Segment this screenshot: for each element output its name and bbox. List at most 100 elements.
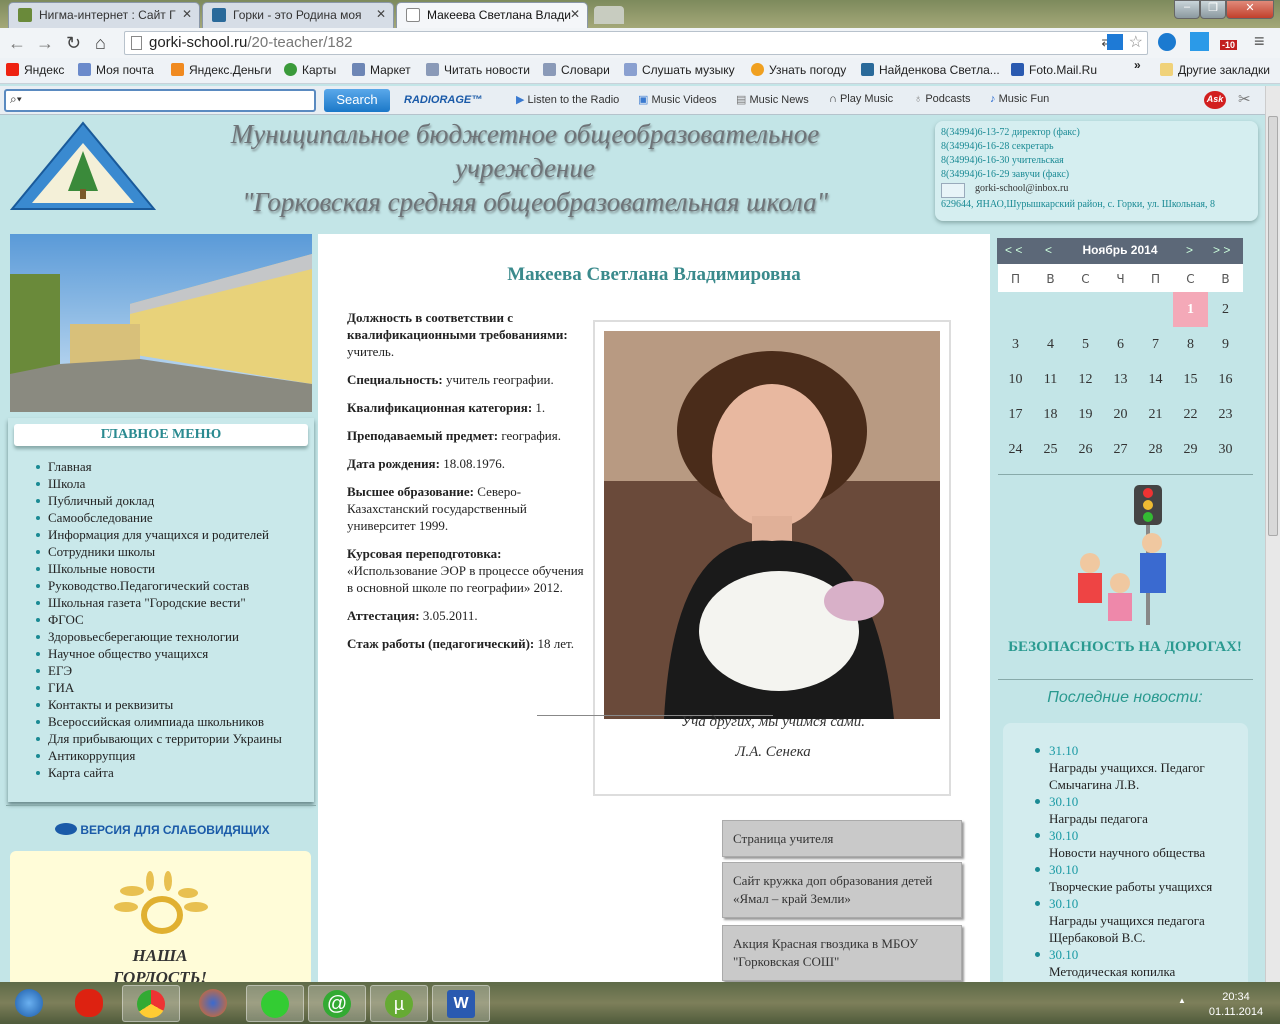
calendar-day[interactable]: 3 — [998, 327, 1033, 362]
calendar-day[interactable]: 29 — [1173, 432, 1208, 467]
calendar-day[interactable]: 18 — [1033, 397, 1068, 432]
calendar-day[interactable]: 11 — [1033, 362, 1068, 397]
calendar-day[interactable]: 4 — [1033, 327, 1068, 362]
bookmark-yandex[interactable]: Яндекс — [6, 63, 64, 77]
menu-item[interactable]: Научное общество учащихся — [8, 645, 314, 662]
calendar-day[interactable]: 19 — [1068, 397, 1103, 432]
taskbar-word[interactable]: W — [432, 985, 490, 1022]
calendar-day[interactable]: 17 — [998, 397, 1033, 432]
club-site-link[interactable]: Сайт кружка доп образования детей «Ямал … — [722, 862, 962, 918]
tray-arrow-icon[interactable]: ▲ — [1178, 996, 1186, 1005]
restore-button[interactable]: ❐ — [1200, 0, 1226, 19]
vertical-scrollbar[interactable] — [1265, 86, 1280, 982]
next-year-button[interactable]: > > — [1213, 243, 1230, 257]
search-zoom-icon[interactable] — [1107, 34, 1123, 50]
menu-item[interactable]: Школьные новости — [8, 560, 314, 577]
menu-item[interactable]: ГИА — [8, 679, 314, 696]
tab-current[interactable]: Макеева Светлана Влади ✕ — [396, 2, 588, 28]
menu-item[interactable]: Публичный доклад — [8, 492, 314, 509]
ask-icon[interactable]: Ask — [1204, 91, 1226, 109]
search-button[interactable]: Search — [324, 89, 390, 112]
bookmark-foto-mail[interactable]: Foto.Mail.Ru — [1011, 63, 1097, 77]
calendar-day[interactable]: 22 — [1173, 397, 1208, 432]
podcasts-button[interactable]: ♁ Podcasts — [914, 93, 971, 105]
bookmark-music[interactable]: Слушать музыку — [624, 63, 735, 77]
menu-icon[interactable]: ≡ — [1254, 31, 1265, 52]
menu-item[interactable]: Антикоррупция — [8, 747, 314, 764]
news-date[interactable]: 30.10 — [1003, 793, 1248, 810]
bookmark-mail[interactable]: Моя почта — [78, 63, 154, 77]
menu-item[interactable]: Всероссийская олимпиада школьников — [8, 713, 314, 730]
teacher-page-link[interactable]: Страница учителя — [722, 820, 962, 857]
play-music-button[interactable]: ∩ Play Music — [829, 93, 893, 105]
close-window-button[interactable]: ✕ — [1226, 0, 1274, 19]
calendar-day[interactable]: 12 — [1068, 362, 1103, 397]
menu-item[interactable]: Здоровьесберегающие технологии — [8, 628, 314, 645]
menu-item[interactable]: ЕГЭ — [8, 662, 314, 679]
calendar-day[interactable]: 30 — [1208, 432, 1243, 467]
extension-icon[interactable] — [1158, 33, 1176, 51]
bookmark-weather[interactable]: Узнать погоду — [751, 63, 846, 77]
home-icon[interactable]: ⌂ — [95, 33, 106, 54]
calendar-day[interactable]: 6 — [1103, 327, 1138, 362]
calendar-day[interactable]: 15 — [1173, 362, 1208, 397]
url-input[interactable]: gorki-school.ru/20-teacher/182 ⇄A ☆ — [124, 31, 1148, 55]
new-tab-button[interactable] — [594, 6, 624, 24]
clock[interactable]: 20:34 01.11.2014 — [1196, 990, 1276, 1020]
music-videos-button[interactable]: ▣ Music Videos — [638, 93, 717, 106]
calendar-day[interactable]: 8 — [1173, 327, 1208, 362]
bookmark-maps[interactable]: Карты — [284, 63, 336, 77]
music-fun-button[interactable]: ♪ Music Fun — [990, 93, 1049, 105]
news-date[interactable]: 30.10 — [1003, 946, 1248, 963]
bookmarks-overflow[interactable]: » — [1134, 58, 1141, 72]
other-bookmarks[interactable]: Другие закладки — [1160, 63, 1270, 77]
reload-icon[interactable]: ↻ — [66, 33, 81, 54]
calendar-day[interactable]: 1 — [1173, 292, 1208, 327]
scrollbar-thumb[interactable] — [1268, 116, 1278, 536]
calendar-day[interactable]: 14 — [1138, 362, 1173, 397]
menu-item[interactable]: Информация для учащихся и родителей — [8, 526, 314, 543]
calendar-day[interactable]: 23 — [1208, 397, 1243, 432]
listen-radio-button[interactable]: ▶ Listen to the Radio — [516, 93, 619, 106]
red-carnation-link[interactable]: Акция Красная гвоздика в МБОУ "Горковска… — [722, 925, 962, 981]
bookmark-money[interactable]: Яндекс.Деньги — [171, 63, 271, 77]
star-icon[interactable]: ☆ — [1129, 32, 1143, 52]
road-safety-link[interactable]: БЕЗОПАСНОСТЬ НА ДОРОГАХ! — [997, 639, 1253, 656]
calendar-day[interactable]: 5 — [1068, 327, 1103, 362]
news-link[interactable]: Творческие работы учащихся — [1003, 878, 1248, 895]
calendar-day[interactable]: 24 — [998, 432, 1033, 467]
calendar-day[interactable]: 26 — [1068, 432, 1103, 467]
news-link[interactable]: Награды педагога — [1003, 810, 1248, 827]
taskbar-mail-agent[interactable]: @ — [308, 985, 366, 1022]
taskbar-firefox[interactable] — [184, 985, 242, 1022]
menu-item[interactable]: Карта сайта — [8, 764, 314, 781]
calendar-day[interactable]: 21 — [1138, 397, 1173, 432]
taskbar-chrome[interactable] — [122, 985, 180, 1022]
close-tab-icon[interactable]: ✕ — [182, 7, 192, 21]
calendar-day[interactable]: 9 — [1208, 327, 1243, 362]
menu-item[interactable]: Самообследование — [8, 509, 314, 526]
menu-item[interactable]: Школьная газета "Городские вести" — [8, 594, 314, 611]
music-news-button[interactable]: ▤ Music News — [736, 93, 809, 106]
news-link[interactable]: Методическая копилка — [1003, 963, 1248, 980]
close-tab-icon[interactable]: ✕ — [376, 7, 386, 21]
taskbar-utorrent[interactable]: µ — [370, 985, 428, 1022]
close-tab-icon[interactable]: ✕ — [570, 7, 580, 21]
menu-item[interactable]: Главная — [8, 458, 314, 475]
bookmark-dictionaries[interactable]: Словари — [543, 63, 610, 77]
tab-nigma[interactable]: Нигма-интернет : Сайт Г ✕ — [8, 2, 200, 28]
bookmark-naidenkova[interactable]: Найденкова Светла... — [861, 63, 1000, 77]
calendar-day[interactable]: 10 — [998, 362, 1033, 397]
calendar-day[interactable]: 16 — [1208, 362, 1243, 397]
calendar-day[interactable]: 27 — [1103, 432, 1138, 467]
equalizer-icon[interactable] — [1190, 32, 1209, 51]
news-link[interactable]: Новости научного общества — [1003, 844, 1248, 861]
news-date[interactable]: 30.10 — [1003, 827, 1248, 844]
bookmark-market[interactable]: Маркет — [352, 63, 411, 77]
news-link[interactable]: Награды учащихся. Педагог Смычагина Л.В. — [1003, 759, 1248, 793]
toolbar-search-input[interactable]: ⌕▾ — [4, 89, 316, 112]
minimize-button[interactable]: – — [1174, 0, 1200, 19]
calendar-day[interactable]: 28 — [1138, 432, 1173, 467]
menu-item[interactable]: Школа — [8, 475, 314, 492]
start-button[interactable] — [0, 985, 58, 1022]
